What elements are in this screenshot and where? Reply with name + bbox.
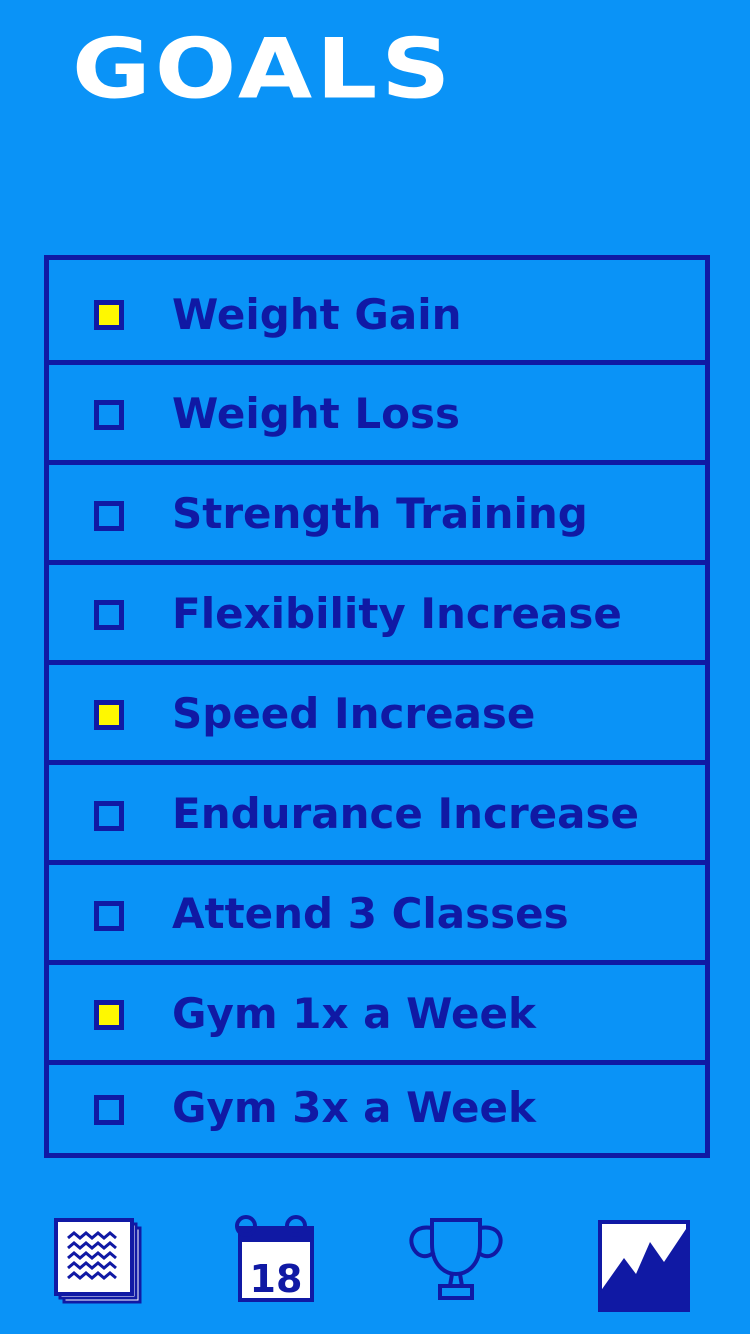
goal-label: Strength Training: [172, 489, 588, 538]
goal-checkbox[interactable]: [94, 801, 124, 831]
goal-checkbox[interactable]: [94, 1000, 124, 1030]
goal-label: Endurance Increase: [172, 789, 639, 838]
goal-label: Attend 3 Classes: [172, 889, 569, 938]
tab-progress[interactable]: [598, 1220, 692, 1312]
goal-checkbox[interactable]: [94, 1095, 124, 1125]
calendar-icon: 18: [235, 1215, 314, 1302]
goal-row-weight-gain[interactable]: Weight Gain: [49, 260, 705, 365]
tab-trophy[interactable]: [402, 1214, 510, 1304]
goal-checkbox[interactable]: [94, 901, 124, 931]
tab-notes[interactable]: [54, 1218, 144, 1308]
calendar-day: 18: [250, 1257, 303, 1301]
goal-label: Flexibility Increase: [172, 589, 622, 638]
goal-row-endurance-increase[interactable]: Endurance Increase: [49, 765, 705, 865]
goal-checkbox[interactable]: [94, 400, 124, 430]
goal-label: Weight Gain: [172, 290, 462, 339]
page-title: GOALS: [72, 21, 455, 118]
trophy-icon: [409, 1218, 503, 1300]
goal-row-speed-increase[interactable]: Speed Increase: [49, 665, 705, 765]
goal-row-weight-loss[interactable]: Weight Loss: [49, 365, 705, 465]
goal-list: Weight Gain Weight Loss Strength Trainin…: [44, 255, 710, 1158]
goal-checkbox[interactable]: [94, 300, 124, 330]
tab-bar: 18: [0, 1200, 750, 1334]
goal-label: Gym 1x a Week: [172, 989, 536, 1038]
goal-label: Speed Increase: [172, 689, 536, 738]
goal-checkbox[interactable]: [94, 501, 124, 531]
goal-label: Gym 3x a Week: [172, 1083, 536, 1132]
goal-label: Weight Loss: [172, 389, 460, 438]
goal-row-gym-1x-a-week[interactable]: Gym 1x a Week: [49, 965, 705, 1065]
tab-calendar[interactable]: 18: [232, 1214, 316, 1304]
notes-icon: [54, 1218, 142, 1304]
goal-row-flexibility-increase[interactable]: Flexibility Increase: [49, 565, 705, 665]
chart-icon: [598, 1220, 690, 1312]
goal-row-attend-3-classes[interactable]: Attend 3 Classes: [49, 865, 705, 965]
goal-checkbox[interactable]: [94, 700, 124, 730]
goal-row-gym-3x-a-week[interactable]: Gym 3x a Week: [49, 1065, 705, 1153]
goal-checkbox[interactable]: [94, 600, 124, 630]
goal-row-strength-training[interactable]: Strength Training: [49, 465, 705, 565]
